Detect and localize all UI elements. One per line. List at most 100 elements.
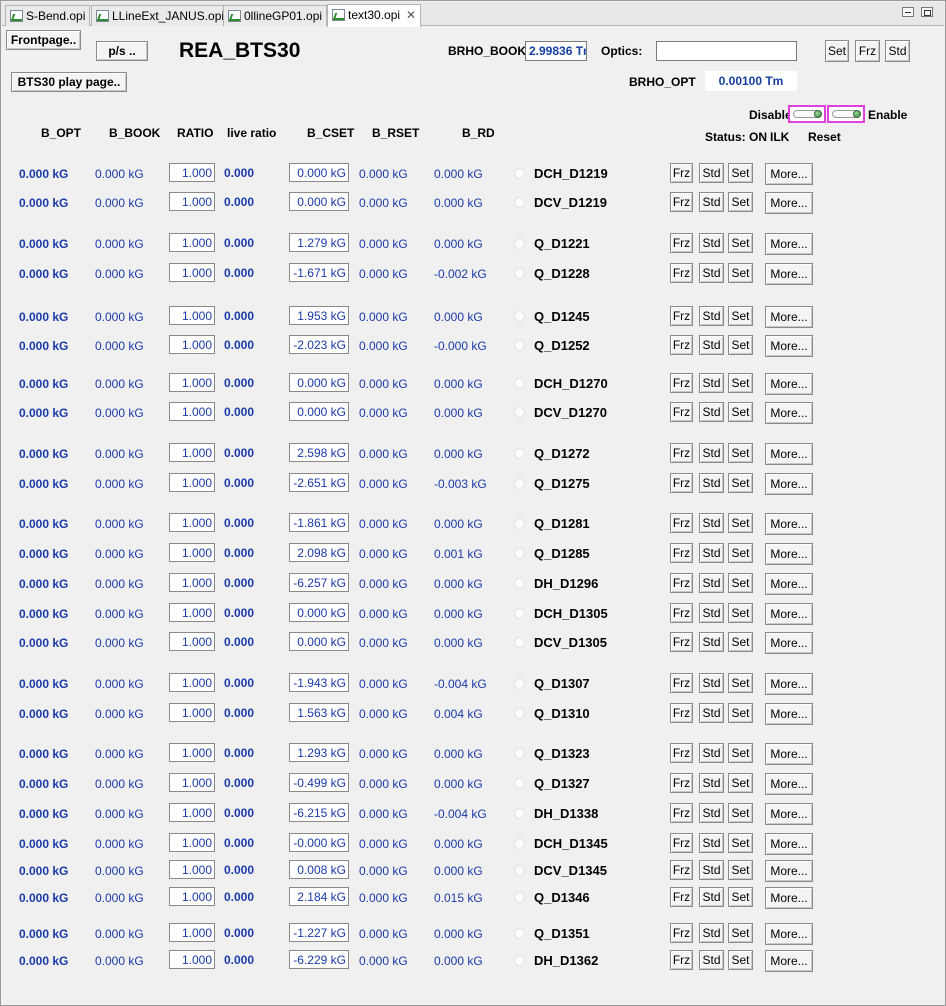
row-std-button[interactable]: Std xyxy=(699,373,724,393)
ratio-input[interactable]: 1.000 xyxy=(169,443,215,462)
row-std-button[interactable]: Std xyxy=(699,887,724,907)
row-frz-button[interactable]: Frz xyxy=(670,163,693,183)
play-page-button[interactable]: BTS30 play page.. xyxy=(11,72,127,92)
row-more-button[interactable]: More... xyxy=(765,673,813,695)
row-more-button[interactable]: More... xyxy=(765,233,813,255)
row-frz-button[interactable]: Frz xyxy=(670,263,693,283)
row-more-button[interactable]: More... xyxy=(765,263,813,285)
row-more-button[interactable]: More... xyxy=(765,632,813,654)
row-set-button[interactable]: Set xyxy=(728,513,753,533)
row-std-button[interactable]: Std xyxy=(699,443,724,463)
b-cset-input[interactable]: 0.000 kG xyxy=(289,192,349,211)
row-more-button[interactable]: More... xyxy=(765,703,813,725)
ratio-input[interactable]: 1.000 xyxy=(169,803,215,822)
row-frz-button[interactable]: Frz xyxy=(670,673,693,693)
ratio-input[interactable]: 1.000 xyxy=(169,233,215,252)
row-frz-button[interactable]: Frz xyxy=(670,923,693,943)
row-set-button[interactable]: Set xyxy=(728,603,753,623)
ratio-input[interactable]: 1.000 xyxy=(169,887,215,906)
b-cset-input[interactable]: 2.598 kG xyxy=(289,443,349,462)
b-cset-input[interactable]: 1.293 kG xyxy=(289,743,349,762)
row-std-button[interactable]: Std xyxy=(699,860,724,880)
b-cset-input[interactable]: 0.000 kG xyxy=(289,603,349,622)
b-cset-input[interactable]: -1.943 kG xyxy=(289,673,349,692)
row-set-button[interactable]: Set xyxy=(728,833,753,853)
row-std-button[interactable]: Std xyxy=(699,950,724,970)
row-set-button[interactable]: Set xyxy=(728,263,753,283)
row-frz-button[interactable]: Frz xyxy=(670,373,693,393)
row-frz-button[interactable]: Frz xyxy=(670,513,693,533)
row-set-button[interactable]: Set xyxy=(728,543,753,563)
row-frz-button[interactable]: Frz xyxy=(670,192,693,212)
row-std-button[interactable]: Std xyxy=(699,603,724,623)
tab-llineext-janus[interactable]: LLineExt_JANUS.opi xyxy=(91,5,230,26)
row-std-button[interactable]: Std xyxy=(699,473,724,493)
minimize-icon[interactable] xyxy=(902,7,914,17)
row-more-button[interactable]: More... xyxy=(765,192,813,214)
row-std-button[interactable]: Std xyxy=(699,402,724,422)
row-more-button[interactable]: More... xyxy=(765,513,813,535)
b-cset-input[interactable]: -2.023 kG xyxy=(289,335,349,354)
row-set-button[interactable]: Set xyxy=(728,163,753,183)
row-more-button[interactable]: More... xyxy=(765,306,813,328)
b-cset-input[interactable]: 2.184 kG xyxy=(289,887,349,906)
row-frz-button[interactable]: Frz xyxy=(670,860,693,880)
row-frz-button[interactable]: Frz xyxy=(670,306,693,326)
row-std-button[interactable]: Std xyxy=(699,673,724,693)
row-std-button[interactable]: Std xyxy=(699,923,724,943)
row-more-button[interactable]: More... xyxy=(765,402,813,424)
row-set-button[interactable]: Set xyxy=(728,632,753,652)
row-frz-button[interactable]: Frz xyxy=(670,833,693,853)
row-std-button[interactable]: Std xyxy=(699,743,724,763)
row-more-button[interactable]: More... xyxy=(765,443,813,465)
row-more-button[interactable]: More... xyxy=(765,923,813,945)
row-set-button[interactable]: Set xyxy=(728,335,753,355)
ratio-input[interactable]: 1.000 xyxy=(169,513,215,532)
row-set-button[interactable]: Set xyxy=(728,192,753,212)
frontpage-button[interactable]: Frontpage.. xyxy=(6,30,81,50)
ratio-input[interactable]: 1.000 xyxy=(169,950,215,969)
row-set-button[interactable]: Set xyxy=(728,673,753,693)
global-set-button[interactable]: Set xyxy=(825,40,849,62)
row-more-button[interactable]: More... xyxy=(765,543,813,565)
maximize-icon[interactable] xyxy=(921,7,933,17)
row-set-button[interactable]: Set xyxy=(728,743,753,763)
row-set-button[interactable]: Set xyxy=(728,573,753,593)
optics-input[interactable] xyxy=(656,41,797,61)
row-more-button[interactable]: More... xyxy=(765,833,813,855)
row-frz-button[interactable]: Frz xyxy=(670,402,693,422)
row-more-button[interactable]: More... xyxy=(765,335,813,357)
row-more-button[interactable]: More... xyxy=(765,887,813,909)
row-more-button[interactable]: More... xyxy=(765,803,813,825)
row-frz-button[interactable]: Frz xyxy=(670,632,693,652)
b-cset-input[interactable]: 0.000 kG xyxy=(289,632,349,651)
b-cset-input[interactable]: 0.000 kG xyxy=(289,373,349,392)
row-more-button[interactable]: More... xyxy=(765,950,813,972)
row-frz-button[interactable]: Frz xyxy=(670,233,693,253)
tab-s-bend[interactable]: S-Bend.opi xyxy=(5,5,91,26)
b-cset-input[interactable]: -2.651 kG xyxy=(289,473,349,492)
ratio-input[interactable]: 1.000 xyxy=(169,860,215,879)
row-frz-button[interactable]: Frz xyxy=(670,743,693,763)
row-set-button[interactable]: Set xyxy=(728,950,753,970)
row-set-button[interactable]: Set xyxy=(728,233,753,253)
b-cset-input[interactable]: 0.000 kG xyxy=(289,163,349,182)
row-std-button[interactable]: Std xyxy=(699,773,724,793)
row-std-button[interactable]: Std xyxy=(699,632,724,652)
row-std-button[interactable]: Std xyxy=(699,335,724,355)
row-set-button[interactable]: Set xyxy=(728,402,753,422)
ratio-input[interactable]: 1.000 xyxy=(169,163,215,182)
row-set-button[interactable]: Set xyxy=(728,473,753,493)
b-cset-input[interactable]: -1.861 kG xyxy=(289,513,349,532)
ratio-input[interactable]: 1.000 xyxy=(169,743,215,762)
row-set-button[interactable]: Set xyxy=(728,703,753,723)
row-std-button[interactable]: Std xyxy=(699,306,724,326)
row-more-button[interactable]: More... xyxy=(765,860,813,882)
row-std-button[interactable]: Std xyxy=(699,803,724,823)
row-std-button[interactable]: Std xyxy=(699,233,724,253)
row-std-button[interactable]: Std xyxy=(699,263,724,283)
ratio-input[interactable]: 1.000 xyxy=(169,402,215,421)
row-std-button[interactable]: Std xyxy=(699,163,724,183)
row-more-button[interactable]: More... xyxy=(765,773,813,795)
b-cset-input[interactable]: -1.671 kG xyxy=(289,263,349,282)
